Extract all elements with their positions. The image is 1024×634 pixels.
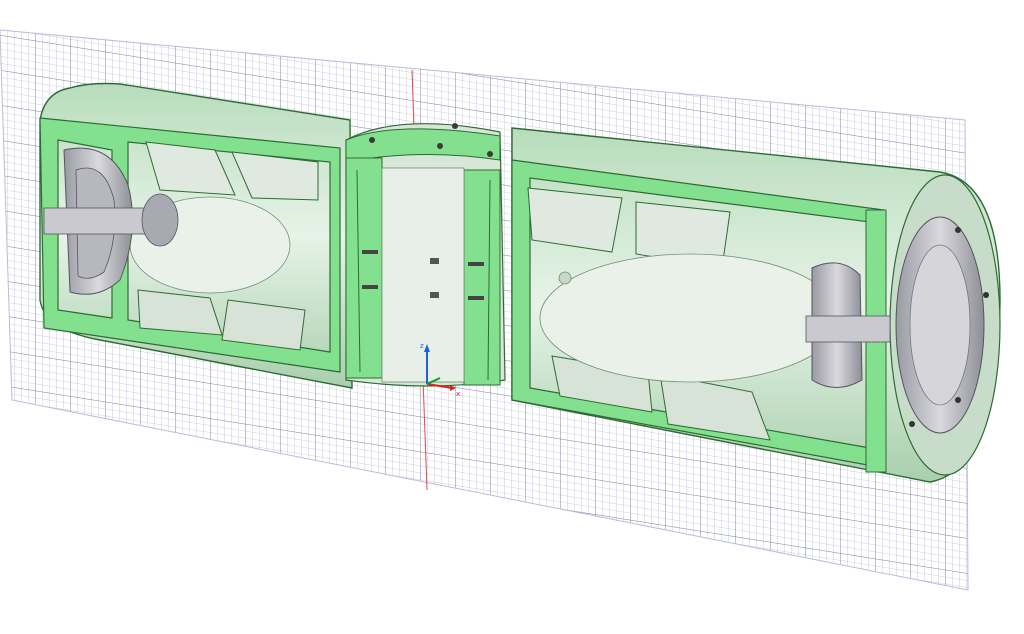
x-axis-label: x	[456, 390, 460, 398]
bracket-right-plate	[463, 169, 501, 386]
cad-3d-viewport[interactable]: z x	[0, 0, 1024, 634]
z-axis-label: z	[420, 342, 424, 350]
bracket-left-plate	[345, 157, 383, 379]
mount-hole-3	[437, 143, 443, 149]
center-mount-bracket[interactable]	[345, 123, 506, 387]
mount-hole-4	[487, 151, 493, 157]
mount-hole-2	[452, 123, 458, 129]
mount-hole-1	[369, 137, 375, 143]
